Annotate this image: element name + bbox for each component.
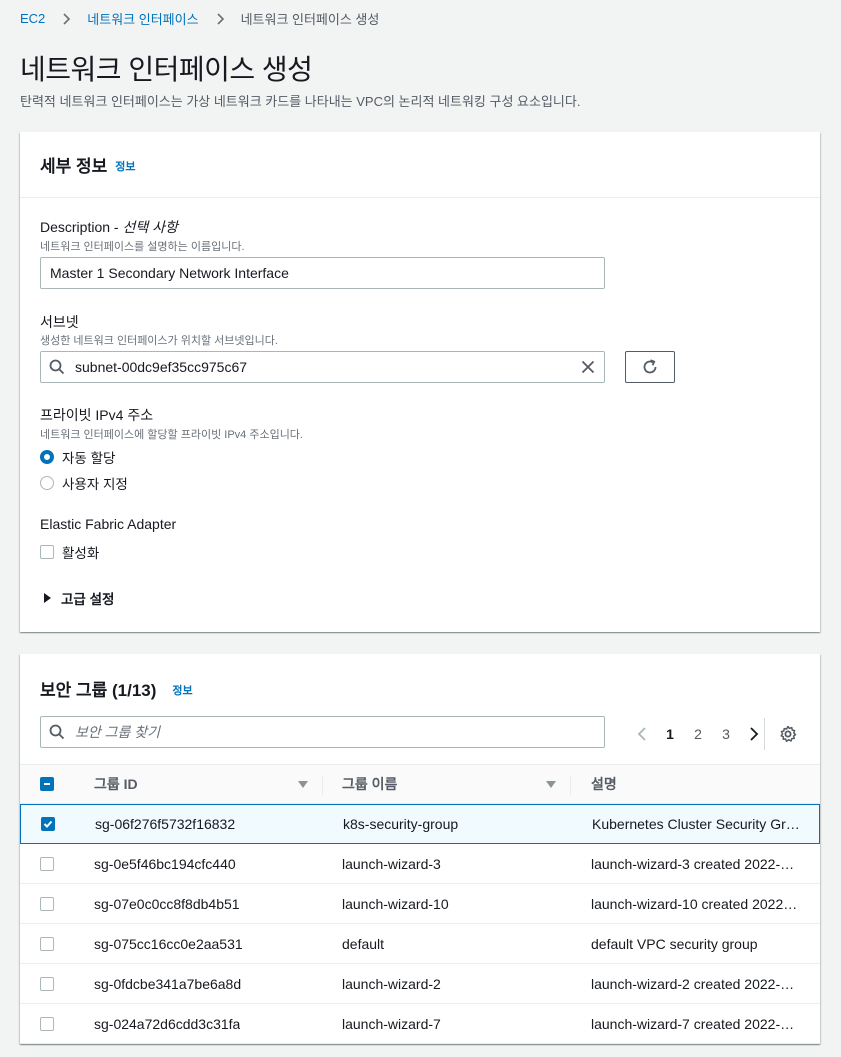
- radio-auto[interactable]: [40, 450, 54, 464]
- caret-right-icon: [44, 593, 51, 603]
- gear-icon[interactable]: [776, 722, 800, 746]
- column-description[interactable]: 설명: [591, 774, 617, 794]
- breadcrumb-current: 네트워크 인터페이스 생성: [240, 12, 380, 27]
- cell-group-name: launch-wizard-2: [342, 975, 441, 992]
- pagination-prev-icon[interactable]: [628, 726, 656, 742]
- description-hint: 네트워크 인터페이스를 설명하는 이름입니다.: [40, 241, 245, 253]
- cell-group-id: sg-0fdcbe341a7be6a8d: [94, 975, 242, 992]
- table-row[interactable]: sg-0fdcbe341a7be6a8d launch-wizard-2 lau…: [20, 964, 820, 1004]
- security-groups-title: 보안 그룹 (1/13): [40, 681, 157, 700]
- cell-group-id: sg-06f276f5732f16832: [95, 816, 236, 832]
- row-checkbox[interactable]: [40, 856, 54, 871]
- radio-auto-label: 자동 할당: [62, 451, 116, 466]
- column-divider: [570, 775, 571, 795]
- ipv4-auto-option[interactable]: 자동 할당: [40, 447, 115, 467]
- chevron-right-icon: [216, 12, 224, 25]
- subnet-select[interactable]: subnet-00dc9ef35cc975c67: [40, 351, 605, 383]
- advanced-settings-toggle[interactable]: 고급 설정: [44, 588, 114, 608]
- subnet-label: 서브넷: [40, 314, 79, 330]
- table-row[interactable]: sg-075cc16cc0e2aa531 default default VPC…: [20, 924, 820, 964]
- description-label-text: Description -: [40, 219, 123, 235]
- efa-checkbox[interactable]: [40, 545, 54, 559]
- page-3[interactable]: 3: [712, 726, 740, 742]
- cell-group-id: sg-024a72d6cdd3c31fa: [94, 1015, 241, 1032]
- chevron-right-icon: [63, 12, 71, 25]
- cell-description: default VPC security group: [591, 935, 758, 952]
- page-2[interactable]: 2: [684, 726, 712, 742]
- security-groups-header: 보안 그룹 (1/13) 정보: [40, 676, 193, 701]
- cell-group-id: sg-0e5f46bc194cfc440: [94, 855, 236, 872]
- row-checkbox[interactable]: [41, 817, 55, 831]
- description-label: Description - 선택 사항: [40, 217, 178, 237]
- security-groups-table: 그룹 ID 그룹 이름 설명 sg-06f276f5732f16832 k8s-…: [20, 764, 820, 1044]
- security-groups-panel: 보안 그룹 (1/13) 정보 보안 그룹 찾기 1 2 3 그룹 ID 그룹: [20, 654, 820, 1044]
- refresh-icon: [643, 359, 657, 374]
- page-title: 네트워크 인터페이스 생성: [20, 54, 313, 85]
- table-row[interactable]: sg-024a72d6cdd3c31fa launch-wizard-7 lau…: [20, 1004, 820, 1044]
- cell-group-name: default: [342, 935, 385, 952]
- details-info-link[interactable]: 정보: [115, 158, 135, 174]
- efa-enable-option[interactable]: 활성화: [40, 542, 99, 562]
- column-group-name[interactable]: 그룹 이름: [342, 774, 397, 794]
- pagination: 1 2 3: [628, 718, 768, 750]
- ipv4-label: 프라이빗 IPv4 주소: [40, 407, 154, 423]
- search-icon: [41, 352, 73, 382]
- cell-group-name: k8s-security-group: [343, 816, 459, 832]
- cell-group-id: sg-07e0c0cc8f8db4b51: [94, 895, 240, 912]
- row-checkbox[interactable]: [40, 1016, 54, 1031]
- efa-checkbox-label: 활성화: [62, 546, 100, 561]
- row-checkbox[interactable]: [40, 896, 54, 911]
- cell-description: Kubernetes Cluster Security Group: [592, 816, 802, 832]
- column-group-id[interactable]: 그룹 ID: [94, 774, 138, 794]
- clear-icon[interactable]: [572, 352, 604, 382]
- subnet-hint: 생성한 네트워크 인터페이스가 위치할 서브넷입니다.: [40, 335, 278, 347]
- ipv4-hint: 네트워크 인터페이스에 할당할 프라이빗 IPv4 주소입니다.: [40, 429, 303, 441]
- cell-group-name: launch-wizard-7: [342, 1015, 441, 1032]
- description-input[interactable]: Master 1 Secondary Network Interface: [40, 257, 605, 289]
- ipv4-custom-option[interactable]: 사용자 지정: [40, 473, 128, 493]
- security-groups-info-link[interactable]: 정보: [172, 682, 192, 698]
- page-description: 탄력적 네트워크 인터페이스는 가상 네트워크 카드를 나타내는 VPC의 논리…: [20, 94, 581, 109]
- table-row[interactable]: sg-06f276f5732f16832 k8s-security-group …: [20, 804, 820, 844]
- cell-group-name: launch-wizard-10: [342, 895, 449, 912]
- search-placeholder: 보안 그룹 찾기: [75, 724, 161, 740]
- details-panel: 세부 정보 정보 Description - 선택 사항 네트워크 인터페이스를…: [20, 132, 820, 632]
- cell-description: launch-wizard-10 created 2022-03-12: [591, 895, 801, 912]
- efa-label: Elastic Fabric Adapter: [40, 516, 177, 532]
- check-icon: [43, 820, 53, 828]
- page-1[interactable]: 1: [656, 726, 684, 742]
- table-row[interactable]: sg-07e0c0cc8f8db4b51 launch-wizard-10 la…: [20, 884, 820, 924]
- breadcrumb-network-interfaces-link[interactable]: 네트워크 인터페이스: [87, 9, 198, 28]
- column-divider: [322, 775, 323, 795]
- cell-description: launch-wizard-7 created 2022-03-12: [591, 1015, 801, 1032]
- cell-group-name: launch-wizard-3: [342, 855, 441, 872]
- cell-group-id: sg-075cc16cc0e2aa531: [94, 935, 243, 952]
- description-optional-text: 선택 사항: [122, 219, 178, 235]
- radio-custom[interactable]: [40, 476, 54, 490]
- breadcrumb-ec2-link[interactable]: EC2: [20, 11, 45, 26]
- security-group-search-input[interactable]: 보안 그룹 찾기: [40, 716, 605, 748]
- subnet-value: subnet-00dc9ef35cc975c67: [75, 359, 248, 375]
- sort-down-icon[interactable]: [298, 781, 308, 788]
- row-checkbox[interactable]: [40, 976, 54, 991]
- details-panel-header: 세부 정보 정보: [20, 132, 820, 198]
- subnet-refresh-button[interactable]: [625, 351, 675, 383]
- row-checkbox[interactable]: [40, 936, 54, 951]
- table-header: 그룹 ID 그룹 이름 설명: [20, 764, 820, 804]
- select-all-checkbox[interactable]: [40, 777, 54, 791]
- table-row[interactable]: sg-0e5f46bc194cfc440 launch-wizard-3 lau…: [20, 844, 820, 884]
- details-title: 세부 정보: [40, 157, 108, 176]
- advanced-settings-label: 고급 설정: [61, 592, 115, 607]
- cell-description: launch-wizard-2 created 2022-03-12: [591, 975, 801, 992]
- sort-down-icon[interactable]: [546, 781, 556, 788]
- radio-custom-label: 사용자 지정: [62, 477, 128, 492]
- search-icon: [41, 717, 73, 747]
- cell-description: launch-wizard-3 created 2022-03-12: [591, 855, 801, 872]
- breadcrumb: EC2 네트워크 인터페이스 네트워크 인터페이스 생성: [20, 9, 379, 28]
- pager-divider: [764, 718, 765, 750]
